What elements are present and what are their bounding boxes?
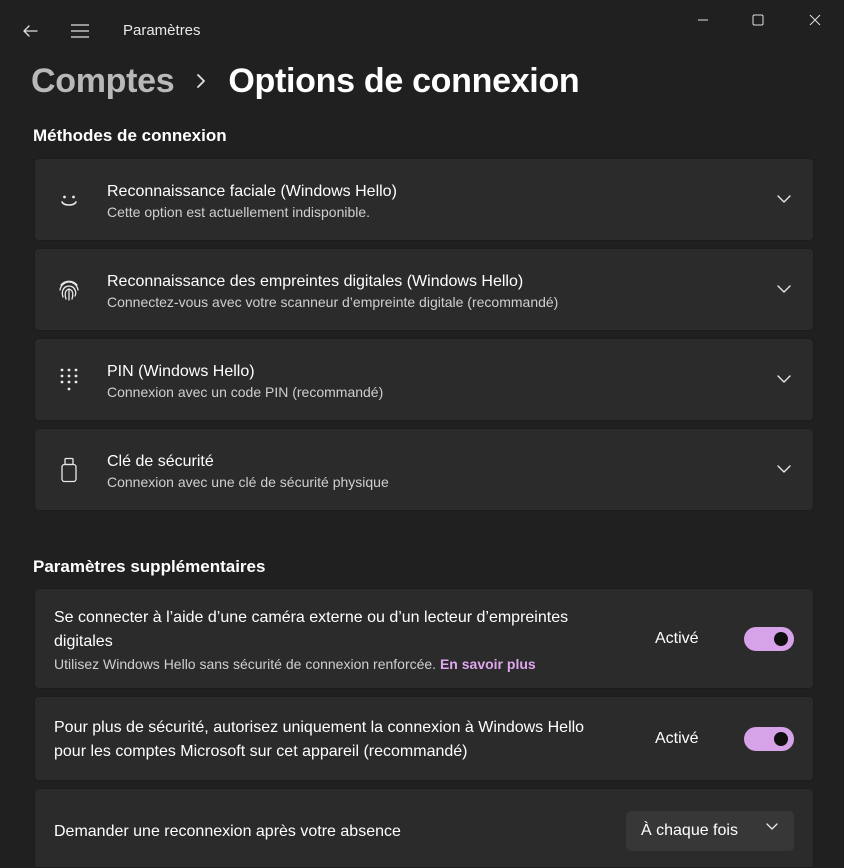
sign-in-option-pin[interactable]: PIN (Windows Hello) Connexion avec un co… bbox=[34, 338, 814, 421]
back-arrow-icon bbox=[23, 25, 38, 37]
breadcrumb-parent-link[interactable]: Comptes bbox=[31, 62, 175, 101]
section-title-sign-in-methods: Méthodes de connexion bbox=[33, 126, 227, 145]
expand-button[interactable] bbox=[772, 158, 796, 241]
sign-in-option-security-key[interactable]: Clé de sécurité Connexion avec une clé d… bbox=[34, 428, 814, 511]
back-button[interactable] bbox=[12, 14, 48, 48]
face-icon bbox=[61, 195, 77, 206]
setting-require-signin: Demander une reconnexion après votre abs… bbox=[34, 788, 814, 868]
option-subtitle: Cette option est actuellement indisponib… bbox=[107, 204, 371, 220]
maximize-button[interactable] bbox=[735, 4, 781, 36]
setting-label-line1: Pour plus de sécurité, autorisez uniquem… bbox=[54, 719, 585, 736]
setting-label-line1: Se connecter à l’aide d’une caméra exter… bbox=[54, 609, 569, 626]
card-text: Clé de sécurité Connexion avec une clé d… bbox=[107, 452, 389, 491]
chevron-down-icon bbox=[766, 823, 778, 830]
require-signin-dropdown[interactable]: À chaque fois bbox=[626, 811, 794, 851]
setting-label: Pour plus de sécurité, autorisez uniquem… bbox=[54, 716, 584, 764]
card-text: PIN (Windows Hello) Connexion avec un co… bbox=[107, 362, 383, 401]
toggle-knob bbox=[774, 732, 788, 746]
chevron-down-icon bbox=[777, 465, 791, 473]
option-title: Clé de sécurité bbox=[107, 453, 214, 470]
sign-in-option-fingerprint[interactable]: Reconnaissance des empreintes digitales … bbox=[34, 248, 814, 331]
section-title-additional-settings: Paramètres supplémentaires bbox=[33, 557, 266, 576]
app-title: Paramètres bbox=[123, 22, 201, 39]
option-title: Reconnaissance faciale (Windows Hello) bbox=[107, 183, 397, 200]
card-icon-wrap bbox=[56, 428, 82, 511]
expand-button[interactable] bbox=[772, 338, 796, 421]
setting-external-camera: Se connecter à l’aide d’une caméra exter… bbox=[34, 588, 814, 689]
dropdown-selected-value: À chaque fois bbox=[641, 822, 738, 839]
chevron-down-icon bbox=[777, 195, 791, 203]
setting-description: Utilisez Windows Hello sans sécurité de … bbox=[54, 654, 568, 674]
card-icon-wrap bbox=[56, 248, 82, 331]
option-subtitle: Connexion avec une clé de sécurité physi… bbox=[107, 474, 389, 490]
close-icon bbox=[809, 14, 821, 26]
fingerprint-icon bbox=[59, 280, 79, 301]
sign-in-option-facial-recognition[interactable]: Reconnaissance faciale (Windows Hello) C… bbox=[34, 158, 814, 241]
toggle-state-label: Activé bbox=[655, 630, 699, 647]
title-bar: Paramètres bbox=[0, 0, 844, 60]
setting-label: Se connecter à l’aide d’une caméra exter… bbox=[54, 606, 568, 674]
chevron-right-icon bbox=[197, 74, 206, 88]
toggle-knob bbox=[774, 632, 788, 646]
minimize-button[interactable] bbox=[680, 4, 726, 36]
card-text: Reconnaissance faciale (Windows Hello) C… bbox=[107, 182, 397, 221]
chevron-down-icon bbox=[777, 285, 791, 293]
option-subtitle: Connexion avec un code PIN (recommandé) bbox=[107, 384, 384, 400]
usb-key-icon bbox=[61, 457, 77, 482]
breadcrumb: Comptes Options de connexion bbox=[31, 58, 580, 104]
navigation-menu-button[interactable] bbox=[62, 14, 98, 48]
toggle-state-label: Activé bbox=[655, 730, 699, 747]
external-camera-toggle[interactable] bbox=[744, 627, 794, 651]
pin-keypad-icon bbox=[60, 368, 78, 390]
card-icon-wrap bbox=[56, 338, 82, 421]
chevron-down-icon bbox=[777, 375, 791, 383]
card-icon-wrap bbox=[56, 158, 82, 241]
maximize-icon bbox=[752, 14, 764, 26]
minimize-icon bbox=[698, 19, 708, 21]
option-title: Reconnaissance des empreintes digitales … bbox=[107, 273, 524, 290]
setting-label: Demander une reconnexion après votre abs… bbox=[54, 823, 401, 840]
close-button[interactable] bbox=[792, 4, 838, 36]
windows-hello-only-toggle[interactable] bbox=[744, 727, 794, 751]
hamburger-menu-icon bbox=[71, 24, 89, 38]
setting-windows-hello-only: Pour plus de sécurité, autorisez uniquem… bbox=[34, 696, 814, 781]
card-text: Reconnaissance des empreintes digitales … bbox=[107, 272, 558, 311]
expand-button[interactable] bbox=[772, 248, 796, 331]
page-title: Options de connexion bbox=[228, 61, 580, 100]
setting-description-text: Utilisez Windows Hello sans sécurité de … bbox=[54, 656, 437, 672]
setting-label-line2: digitales bbox=[54, 633, 113, 650]
option-subtitle: Connectez-vous avec votre scanneur d’emp… bbox=[107, 294, 559, 310]
expand-button[interactable] bbox=[772, 428, 796, 511]
setting-label-line2: pour les comptes Microsoft sur cet appar… bbox=[54, 743, 468, 760]
learn-more-link[interactable]: En savoir plus bbox=[440, 656, 536, 672]
option-title: PIN (Windows Hello) bbox=[107, 363, 255, 380]
breadcrumb-separator bbox=[196, 73, 206, 89]
